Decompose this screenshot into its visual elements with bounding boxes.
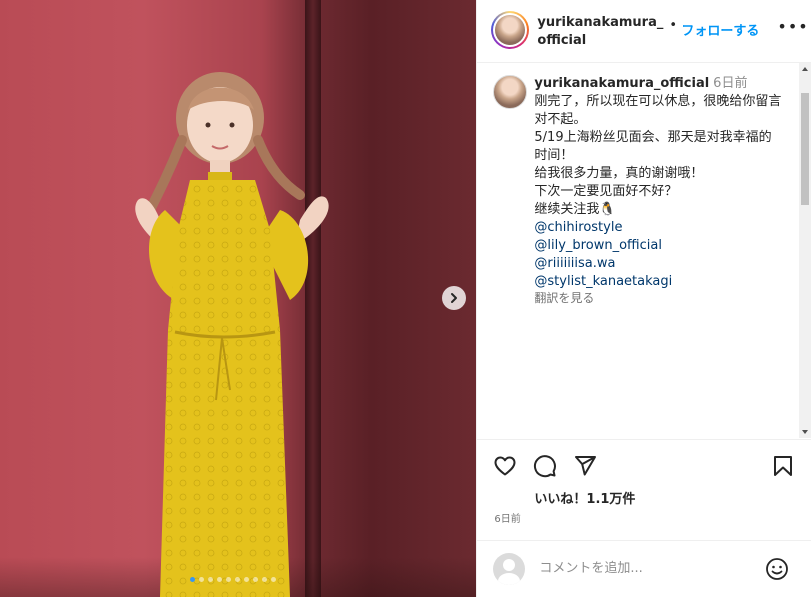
carousel-dot bbox=[262, 577, 267, 582]
carousel-dot bbox=[271, 577, 276, 582]
caption-area: yurikanakamura_official 6日前 刚完了，所以现在可以休息，… bbox=[477, 63, 811, 438]
scroll-up-icon[interactable] bbox=[802, 67, 808, 71]
post-dialog: yurikanakamura_official • フォローする ••• yur… bbox=[0, 0, 811, 597]
comment-input[interactable] bbox=[537, 560, 752, 577]
caption-body: yurikanakamura_official 6日前 刚完了，所以现在可以休息，… bbox=[534, 75, 784, 307]
caption-line: 刚完了，所以现在可以休息，很晚给你留言对不起。 bbox=[534, 94, 782, 127]
scroll-down-icon[interactable] bbox=[802, 430, 808, 434]
mention-link[interactable]: @lily_brown_official bbox=[534, 237, 784, 255]
carousel-dot bbox=[217, 577, 222, 582]
carousel-dot bbox=[199, 577, 204, 582]
carousel-indicator bbox=[190, 577, 276, 582]
carousel-dot bbox=[235, 577, 240, 582]
caption-scrollbar[interactable] bbox=[799, 63, 811, 438]
follow-button[interactable]: フォローする bbox=[681, 20, 759, 39]
post-sidebar: yurikanakamura_official • フォローする ••• yur… bbox=[476, 0, 811, 597]
comment-composer bbox=[477, 540, 811, 598]
post-age: 6日前 bbox=[494, 514, 521, 525]
caption-username[interactable]: yurikanakamura_official bbox=[534, 76, 709, 91]
mention-link[interactable]: @chihirostyle bbox=[534, 219, 784, 237]
viewer-avatar bbox=[493, 553, 526, 585]
author-avatar[interactable] bbox=[491, 11, 530, 49]
carousel-dot bbox=[208, 577, 213, 582]
caption-avatar[interactable] bbox=[493, 75, 528, 109]
carousel-dot bbox=[226, 577, 231, 582]
translate-link[interactable]: 翻訳を見る bbox=[534, 289, 784, 307]
share-icon[interactable] bbox=[573, 454, 597, 478]
caption-line: 继续关注我🐧 bbox=[534, 202, 616, 217]
like-count[interactable]: いいね！1.1万件 bbox=[534, 488, 635, 507]
bookmark-icon[interactable] bbox=[771, 454, 795, 478]
caption-time: 6日前 bbox=[713, 76, 748, 91]
heart-icon[interactable] bbox=[493, 454, 517, 478]
caption-line: 给我很多力量，真的谢谢哦！ bbox=[534, 166, 704, 181]
carousel-dot bbox=[244, 577, 249, 582]
chevron-right-icon bbox=[451, 293, 457, 303]
comment-icon[interactable] bbox=[533, 454, 557, 478]
emoji-icon[interactable] bbox=[765, 557, 789, 581]
more-options-icon[interactable]: ••• bbox=[777, 17, 808, 36]
next-slide-button[interactable] bbox=[442, 286, 466, 310]
caption-line: 5/19上海粉丝见面会、那天是对我幸福的时间！ bbox=[534, 130, 772, 163]
scroll-thumb[interactable] bbox=[801, 93, 809, 205]
post-photo[interactable] bbox=[0, 0, 477, 597]
carousel-dot bbox=[253, 577, 258, 582]
header-separator: • bbox=[669, 18, 678, 33]
mention-link[interactable]: @riiiiiiisa.wa bbox=[534, 255, 784, 273]
person-in-yellow-dress bbox=[135, 72, 329, 597]
caption-line: 下次一定要见面好不好？ bbox=[534, 184, 678, 199]
carousel-dot bbox=[190, 577, 195, 582]
author-username[interactable]: yurikanakamura_official bbox=[537, 14, 667, 50]
post-header: yurikanakamura_official • フォローする ••• bbox=[477, 0, 811, 63]
action-bar: いいね！1.1万件 6日前 bbox=[477, 439, 811, 540]
